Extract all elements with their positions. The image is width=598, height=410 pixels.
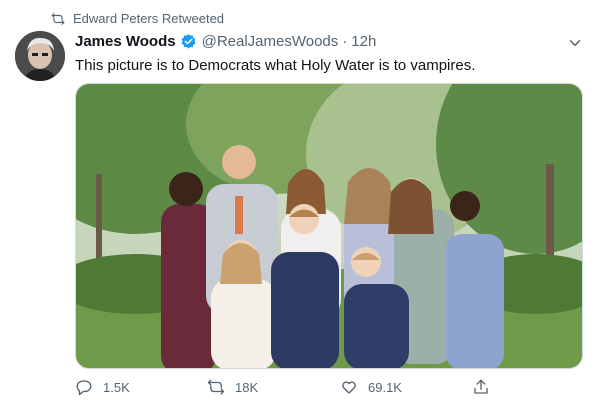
heart-icon (342, 381, 356, 394)
separator-dot: · (342, 33, 348, 50)
retweet-button[interactable]: 18K (207, 378, 258, 396)
tweet-header: James Woods @RealJamesWoods · 12h (75, 33, 376, 50)
retweet-context-text: Edward Peters Retweeted (73, 11, 225, 26)
user-handle[interactable]: @RealJamesWoods (202, 33, 339, 50)
retweet-icon (51, 12, 65, 25)
retweet-count: 18K (235, 379, 259, 395)
reply-count: 1.5K (103, 379, 130, 395)
verified-badge-icon (181, 34, 196, 49)
reply-button[interactable]: 1.5K (75, 378, 130, 396)
display-name[interactable]: James Woods (75, 33, 176, 50)
reply-icon (76, 380, 92, 396)
tweet-timestamp[interactable]: 12h (351, 33, 376, 50)
retweet-context[interactable]: Edward Peters Retweeted (51, 11, 224, 26)
like-count: 69.1K (368, 379, 402, 395)
avatar[interactable] (15, 31, 65, 81)
like-button[interactable]: 69.1K (340, 378, 402, 396)
tweet-text: This picture is to Democrats what Holy W… (75, 57, 476, 74)
tweet-actions: 1.5K 18K 69.1K (75, 378, 515, 404)
share-icon (474, 379, 488, 394)
chevron-down-icon[interactable] (566, 34, 584, 52)
retweet-icon (207, 379, 225, 395)
share-button[interactable] (472, 378, 490, 396)
tweet-photo[interactable] (75, 83, 583, 369)
tweet[interactable]: Edward Peters Retweeted James Woods @Rea… (0, 0, 598, 410)
